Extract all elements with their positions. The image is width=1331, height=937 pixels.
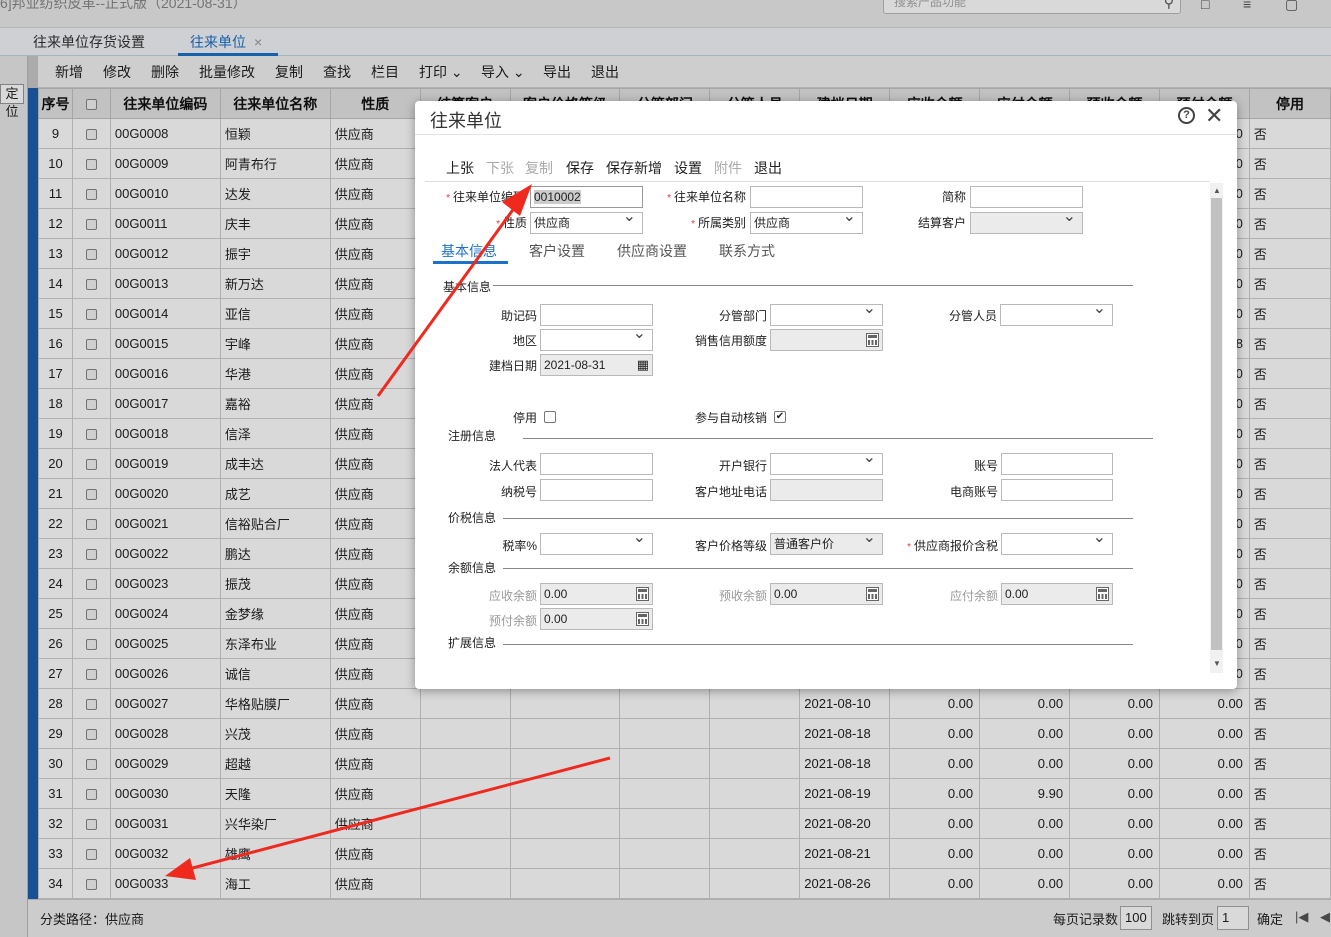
annotation-arrows	[165, 184, 611, 880]
arrow-to-last-code	[165, 756, 611, 880]
arrow-to-code-field	[376, 184, 532, 397]
